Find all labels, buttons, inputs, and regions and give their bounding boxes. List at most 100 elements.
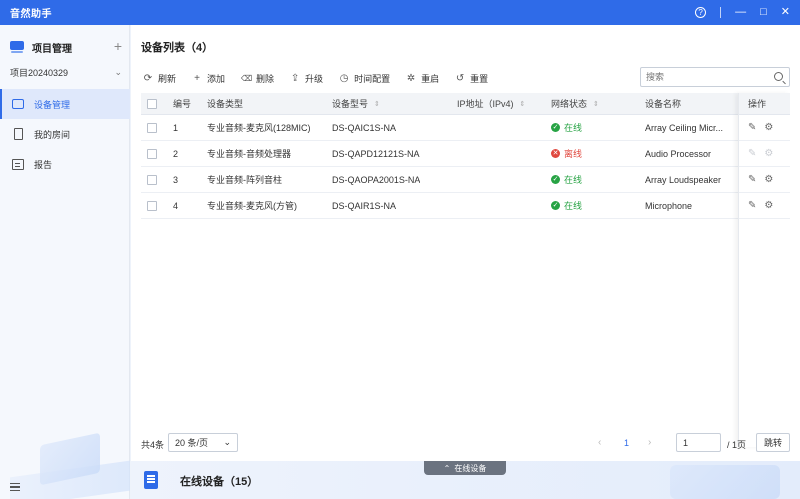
toolbar: ⟳ 刷新 + 添加 ⌫ 删除 ⇪ 升级 ◷ 时间配置 ✲ 重启 ↺ 重置 bbox=[143, 71, 488, 85]
cell-model: DS-QAPD12121S-NA bbox=[332, 148, 420, 159]
search-box[interactable] bbox=[640, 67, 790, 87]
project-select-value: 项目20240329 bbox=[10, 67, 69, 78]
row-checkbox[interactable] bbox=[147, 200, 157, 211]
row-checkbox[interactable] bbox=[147, 174, 157, 185]
column-header-no: 编号 bbox=[173, 93, 191, 114]
restart-icon: ✲ bbox=[406, 72, 416, 84]
column-header-status[interactable]: 网络状态 ⇕ bbox=[551, 93, 599, 114]
cell-status: ✓ 在线 bbox=[551, 115, 582, 140]
project-icon bbox=[10, 41, 24, 53]
trash-icon: ⌫ bbox=[241, 73, 253, 83]
table-header: 编号 设备类型 设备型号 ⇕ IP地址（IPv4) ⇕ 网络状态 ⇕ 设备名称 操作 bbox=[141, 93, 790, 115]
reset-icon: ↺ bbox=[455, 72, 465, 84]
panel-decoration bbox=[670, 465, 780, 499]
time-config-button[interactable]: ◷ 时间配置 bbox=[339, 72, 390, 85]
menu-icon[interactable] bbox=[10, 483, 20, 491]
online-devices-title: 在线设备（15） bbox=[180, 476, 259, 488]
restart-button[interactable]: ✲ 重启 bbox=[406, 72, 439, 85]
pagination: 共4条 20 条/页 ⌄ ‹ 1 › 1 / 1页 跳转 bbox=[141, 433, 790, 452]
cell-no: 1 bbox=[173, 122, 179, 133]
online-devices-tab[interactable]: ⌃ 在线设备 bbox=[424, 461, 506, 475]
cell-type: 专业音频-麦克风(方管) bbox=[207, 201, 297, 211]
sidebar-item-my-rooms[interactable]: 我的房间 bbox=[0, 119, 130, 149]
checkbox[interactable] bbox=[147, 98, 157, 109]
upgrade-button[interactable]: ⇪ 升级 bbox=[290, 72, 323, 85]
prev-page-icon[interactable]: ‹ bbox=[598, 437, 601, 448]
app-title: 音然助手 bbox=[10, 9, 52, 20]
column-header-type: 设备类型 bbox=[207, 93, 243, 114]
page-jump-input[interactable]: 1 bbox=[676, 433, 721, 452]
total-count: 共4条 bbox=[141, 440, 165, 450]
next-page-icon[interactable]: › bbox=[648, 437, 651, 448]
cell-model: DS-QAOPA2001S-NA bbox=[332, 174, 421, 185]
row-checkbox[interactable] bbox=[147, 122, 157, 133]
project-header-title: 项目管理 bbox=[32, 43, 72, 55]
minimize-icon[interactable]: — bbox=[735, 7, 746, 18]
help-icon[interactable]: ? bbox=[695, 7, 707, 18]
x-circle-icon: ✕ bbox=[551, 149, 560, 158]
sort-icon[interactable]: ⇕ bbox=[374, 100, 380, 108]
refresh-button[interactable]: ⟳ 刷新 bbox=[143, 72, 176, 85]
status-badge: ✓ 在线 bbox=[551, 175, 583, 185]
row-checkbox[interactable] bbox=[147, 148, 157, 159]
cell-model: DS-QAIC1S-NA bbox=[332, 122, 397, 133]
page-size-select[interactable]: 20 条/页 ⌄ bbox=[168, 433, 238, 452]
current-page[interactable]: 1 bbox=[624, 438, 629, 448]
cell-status: ✕ 离线 bbox=[551, 141, 582, 166]
add-project-button[interactable]: + bbox=[114, 38, 122, 54]
sidebar-item-device-management[interactable]: 设备管理 bbox=[0, 89, 130, 119]
status-badge: ✓ 在线 bbox=[551, 201, 583, 211]
clock-icon: ◷ bbox=[339, 72, 349, 84]
project-header: 项目管理 + bbox=[10, 38, 122, 55]
cell-model: DS-QAIR1S-NA bbox=[332, 200, 397, 211]
plus-icon: + bbox=[194, 72, 200, 84]
room-icon bbox=[14, 128, 23, 140]
status-badge: ✓ 在线 bbox=[551, 123, 583, 133]
reset-button[interactable]: ↺ 重置 bbox=[455, 72, 488, 85]
sidebar-item-label: 我的房间 bbox=[34, 129, 71, 140]
sidebar-item-label: 设备管理 bbox=[34, 99, 71, 110]
project-select[interactable]: 项目20240329 ⌄ bbox=[10, 64, 122, 80]
check-circle-icon: ✓ bbox=[551, 123, 560, 132]
column-header-name: 设备名称 bbox=[645, 93, 737, 114]
delete-button[interactable]: ⌫ 删除 bbox=[241, 72, 274, 85]
sidebar-item-report[interactable]: 报告 bbox=[0, 149, 130, 179]
search-icon[interactable] bbox=[774, 72, 783, 81]
cell-no: 4 bbox=[173, 200, 179, 211]
sort-icon[interactable]: ⇕ bbox=[520, 100, 526, 108]
close-icon[interactable]: ✕ bbox=[781, 7, 790, 18]
table-row[interactable]: 3 专业音频-阵列音柱 DS-QAOPA2001S-NA ✓ 在线 Array L… bbox=[141, 167, 790, 193]
column-header-ip[interactable]: IP地址（IPv4) ⇕ bbox=[457, 93, 525, 114]
cell-name: Array Loudspeaker bbox=[645, 174, 722, 185]
chevron-up-icon: ⌃ bbox=[443, 463, 451, 473]
check-circle-icon: ✓ bbox=[551, 175, 560, 184]
status-badge: ✕ 离线 bbox=[551, 149, 583, 159]
column-header-model[interactable]: 设备型号 ⇕ bbox=[332, 93, 380, 114]
sort-icon[interactable]: ⇕ bbox=[593, 100, 599, 108]
maximize-icon[interactable]: □ bbox=[760, 7, 767, 18]
operation-column-shadow bbox=[738, 93, 790, 447]
cell-type: 专业音频-阵列音柱 bbox=[207, 175, 282, 185]
cell-no: 3 bbox=[173, 174, 179, 185]
table-row[interactable]: 1 专业音频-麦克风(128MIC) DS-QAIC1S-NA ✓ 在线 Arra… bbox=[141, 115, 790, 141]
table-row[interactable]: 2 专业音频-音频处理器 DS-QAPD12121S-NA ✕ 离线 Audio … bbox=[141, 141, 790, 167]
cell-type: 专业音频-音频处理器 bbox=[207, 149, 291, 159]
cell-type: 专业音频-麦克风(128MIC) bbox=[207, 123, 311, 133]
main-content: 设备列表（4） ⟳刷新 +添加 ⌫删除 ⇪升级 ◷时间配置 ✲重启 ↺重置 编号… bbox=[131, 25, 800, 499]
divider bbox=[720, 7, 722, 18]
search-input[interactable] bbox=[646, 72, 766, 82]
refresh-icon: ⟳ bbox=[143, 72, 153, 84]
cell-name: Microphone bbox=[645, 200, 693, 211]
cell-no: 2 bbox=[173, 148, 179, 159]
window-controls: ? — □ ✕ bbox=[695, 0, 790, 25]
jump-button[interactable]: 跳转 bbox=[756, 433, 790, 452]
title-bar: 音然助手 ? — □ ✕ bbox=[0, 0, 800, 25]
select-all-checkbox[interactable] bbox=[147, 93, 157, 114]
page-title: 设备列表（4） bbox=[141, 42, 214, 54]
cell-status: ✓ 在线 bbox=[551, 167, 582, 192]
cell-name: Audio Processor bbox=[645, 148, 712, 159]
add-button[interactable]: + 添加 bbox=[192, 72, 225, 85]
chevron-down-icon: ⌄ bbox=[114, 66, 122, 77]
table-row[interactable]: 4 专业音频-麦克风(方管) DS-QAIR1S-NA ✓ 在线 Micropho… bbox=[141, 193, 790, 219]
upload-icon: ⇪ bbox=[290, 72, 300, 84]
